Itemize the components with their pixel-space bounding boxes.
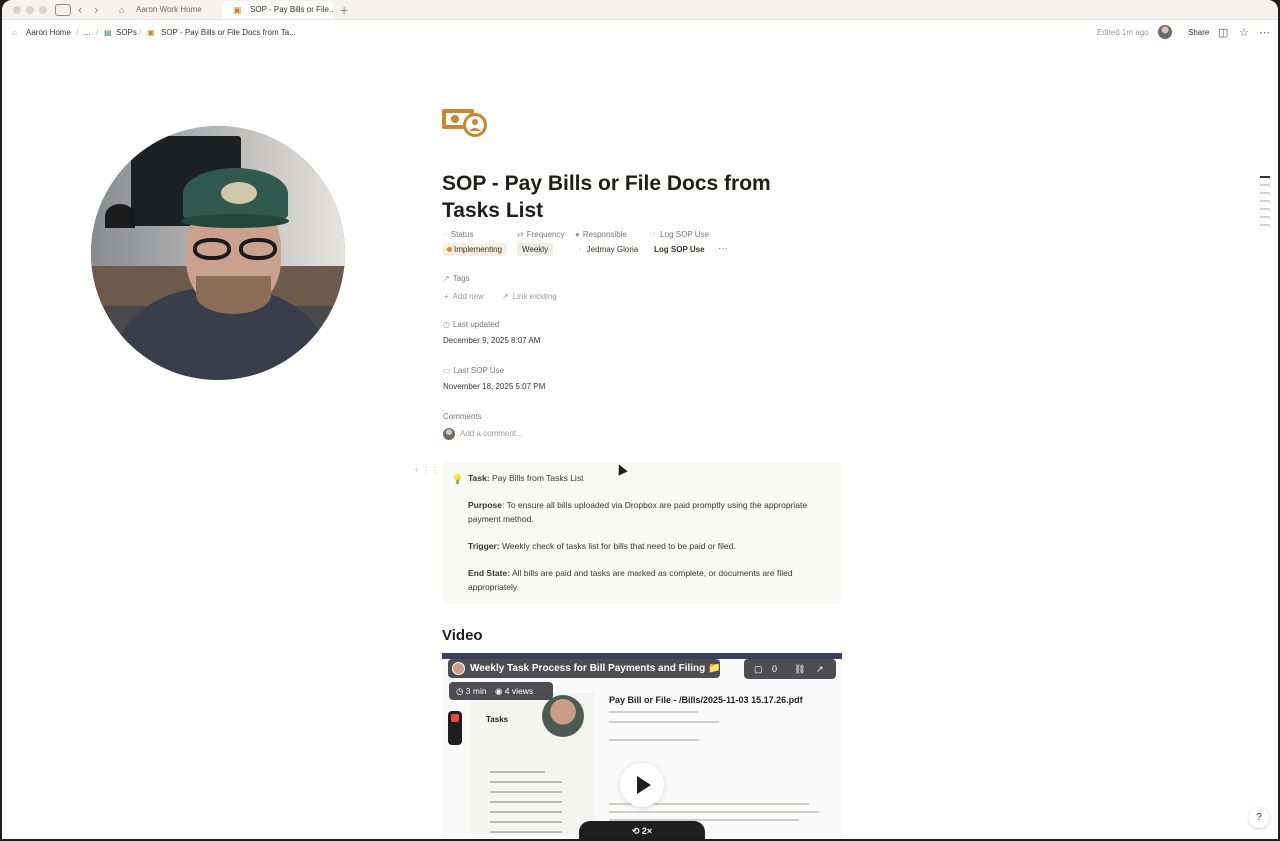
more-properties-button[interactable]: ··· [718, 243, 728, 255]
responsible-person[interactable]: · Jedmay Gloria [578, 244, 638, 255]
playback-speed-button[interactable]: ⟲ 2× [579, 821, 705, 839]
last-sop-use-label: ▭ Last SOP Use [443, 366, 505, 375]
breadcrumb-current[interactable]: SOP - Pay Bills or File Docs from Ta... [161, 27, 296, 39]
tab-label: Aaron Work Home [136, 5, 202, 14]
video-heading[interactable]: Video [442, 626, 483, 646]
link-existing-button[interactable]: ↗ Link existing [502, 292, 557, 302]
video-actions: ▢ 0 ⛓ ↗ [744, 659, 836, 679]
button-icon: ☞ [650, 230, 658, 239]
toc-item[interactable] [1260, 224, 1270, 226]
frequency-badge[interactable]: Weekly [517, 243, 554, 256]
speed-icon: ⟲ [631, 826, 640, 836]
clock-icon: ◷ [456, 686, 464, 696]
open-external-icon[interactable]: ↗ [816, 659, 824, 679]
house-icon: ⌂ [12, 28, 17, 37]
side-panel-icon[interactable]: ◫ [1218, 26, 1228, 40]
property-frequency-label: ⇄ Frequency [517, 230, 565, 239]
maximize-window-button[interactable] [39, 6, 47, 14]
user-avatar [443, 428, 455, 440]
video-stats: ◷ 3 min ◉ 4 views [449, 682, 553, 700]
breadcrumb-sops[interactable]: SOPs [116, 27, 137, 39]
edited-timestamp: Edited 1m ago [1097, 28, 1149, 37]
toc-item[interactable] [1260, 216, 1270, 218]
lightbulb-icon: 💡 [452, 474, 464, 484]
toc-item[interactable] [1260, 208, 1270, 210]
tags-label: ↗ Tags [443, 274, 470, 283]
minimize-window-button[interactable] [26, 6, 34, 14]
add-comment-input[interactable]: Add a comment... [460, 429, 523, 439]
tab-sop-pay-bills[interactable]: ▣ SOP - Pay Bills or File... [222, 1, 334, 19]
person-icon: · [578, 245, 581, 254]
eye-icon: ◉ [494, 686, 503, 696]
last-sop-use-value[interactable]: November 18, 2025 5:07 PM [443, 381, 545, 392]
repeat-icon: ⇄ [517, 230, 524, 239]
close-window-button[interactable] [13, 6, 21, 14]
video-tasks-heading: Tasks [486, 715, 509, 724]
money-icon[interactable] [442, 106, 488, 138]
block-drag-handle-icon[interactable]: + ⋮⋮ [414, 465, 440, 475]
video-presenter-thumbnail [542, 695, 584, 737]
callout-end-state: End State: All bills are paid and tasks … [468, 568, 793, 592]
callout-task: Task: Pay Bills from Tasks List [468, 473, 584, 483]
house-icon: ⌂ [119, 5, 125, 15]
person-icon: ● [575, 230, 580, 239]
breadcrumb-home[interactable]: Aaron Home [26, 27, 71, 39]
arrow-up-right-icon: ↗ [502, 292, 509, 301]
status-badge[interactable]: Implementing [443, 243, 508, 256]
comment-count: 0 [772, 664, 778, 674]
comment-icon[interactable]: ▢ [754, 659, 763, 679]
log-sop-use-button[interactable]: Log SOP Use [650, 243, 709, 257]
share-button[interactable]: Share [1188, 27, 1209, 39]
tab-label: SOP - Pay Bills or File... [250, 5, 334, 14]
property-log-label: ☞ Log SOP Use [650, 230, 709, 239]
property-responsible-label: ● Responsible [575, 230, 627, 239]
last-updated-label: ◷ Last updated [443, 320, 500, 329]
webcam-overlay[interactable] [91, 126, 345, 380]
money-icon: ▣ [147, 28, 155, 37]
video-doc-title: Pay Bill or File - /Bills/2025-11-03 15.… [609, 695, 803, 705]
plus-icon: + [444, 292, 449, 301]
add-new-tag-button[interactable]: + Add new [444, 292, 484, 302]
clock-icon: ◷ [443, 320, 450, 329]
toc-item[interactable] [1260, 200, 1270, 202]
breadcrumb-ellipsis[interactable]: ... [84, 27, 91, 39]
link-icon[interactable]: ⛓ [794, 659, 805, 679]
property-status-label: ◌ Status [443, 230, 474, 239]
help-button[interactable]: ? [1249, 808, 1269, 828]
sidebar-toggle-icon[interactable] [55, 4, 71, 16]
callout-purpose: Purpose: To ensure all bills uploaded vi… [468, 500, 808, 524]
user-avatar[interactable] [1158, 25, 1172, 39]
toc-item[interactable] [1260, 176, 1270, 178]
money-icon: ▣ [233, 5, 242, 15]
tab-bar: ‹ › ⌂ Aaron Work Home ▣ SOP - Pay Bills … [2, 0, 1278, 20]
status-icon: ◌ [443, 230, 448, 239]
video-title[interactable]: Weekly Task Process for Bill Payments an… [470, 663, 721, 675]
callout-block[interactable]: 💡 Task: Pay Bills from Tasks List Purpos… [442, 462, 842, 604]
breadcrumb-separator: / [96, 28, 99, 37]
page-topbar: ⌂ Aaron Home / ... / ▤ SOPs / ▣ SOP - Pa… [2, 21, 1278, 45]
breadcrumb-separator: / [76, 28, 79, 37]
more-options-icon[interactable]: ⋯ [1259, 26, 1270, 40]
forward-arrow-icon[interactable]: › [94, 2, 98, 18]
page-title[interactable]: SOP - Pay Bills or File Docs from Tasks … [442, 170, 822, 224]
star-icon[interactable]: ☆ [1239, 26, 1249, 40]
play-button[interactable] [620, 763, 664, 807]
toc-item[interactable] [1260, 192, 1270, 194]
video-embed[interactable]: Tasks Pay Bill or File - /Bills/2025-11-… [442, 653, 842, 839]
breadcrumb-separator: / [139, 28, 142, 37]
back-arrow-icon[interactable]: ‹ [78, 2, 82, 18]
presenter-avatar [452, 662, 465, 675]
sheet-icon: ▤ [104, 28, 112, 37]
callout-trigger: Trigger: Weekly check of tasks list for … [468, 541, 736, 551]
new-tab-plus-icon[interactable]: + [340, 2, 348, 18]
record-controls [448, 711, 462, 745]
tab-aaron-work-home[interactable]: ⌂ Aaron Work Home [108, 1, 222, 19]
comments-label: Comments [443, 412, 482, 421]
last-updated-value: December 9, 2025 8:07 AM [443, 336, 541, 345]
calendar-icon: ▭ [443, 366, 451, 375]
browser-window: ‹ › ⌂ Aaron Work Home ▣ SOP - Pay Bills … [2, 0, 1278, 839]
toc-item[interactable] [1260, 184, 1270, 186]
arrow-up-right-icon: ↗ [443, 274, 450, 283]
